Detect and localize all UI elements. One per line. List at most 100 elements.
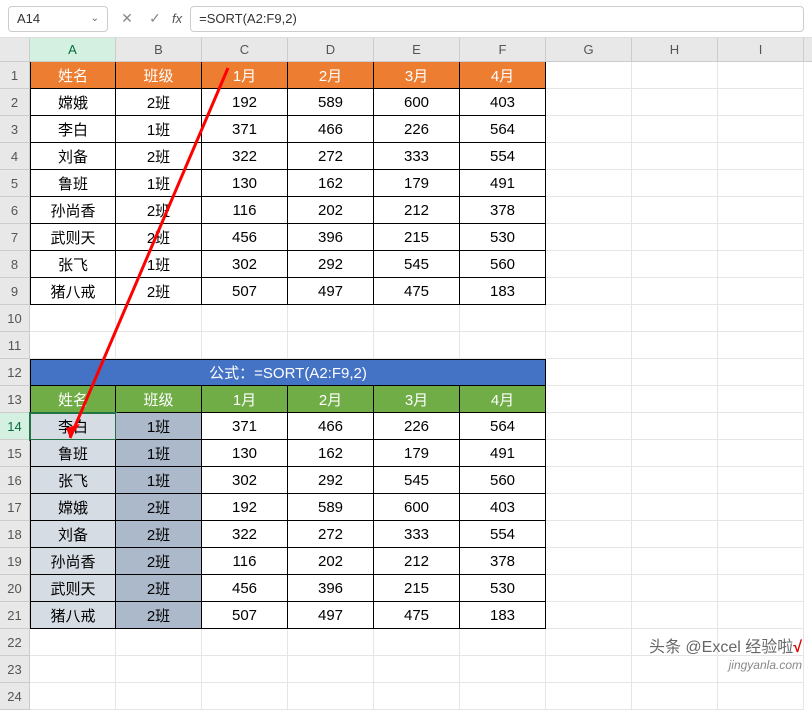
row-header-6[interactable]: 6 (0, 197, 30, 224)
table2-cell[interactable]: 130 (202, 440, 288, 467)
table2-cell[interactable]: 1班 (116, 413, 202, 440)
table1-cell[interactable]: 530 (460, 224, 546, 251)
empty-cell[interactable] (632, 332, 718, 359)
formula-bar[interactable]: =SORT(A2:F9,2) (190, 6, 804, 32)
table2-cell[interactable]: 202 (288, 548, 374, 575)
empty-cell[interactable] (546, 251, 632, 278)
empty-cell[interactable] (718, 251, 804, 278)
table2-header-cell[interactable]: 班级 (116, 386, 202, 413)
chevron-down-icon[interactable]: ⌄ (91, 13, 99, 24)
table1-cell[interactable]: 564 (460, 116, 546, 143)
empty-cell[interactable] (632, 143, 718, 170)
row-header-18[interactable]: 18 (0, 521, 30, 548)
empty-cell[interactable] (546, 602, 632, 629)
table1-cell[interactable]: 403 (460, 89, 546, 116)
empty-cell[interactable] (288, 332, 374, 359)
empty-cell[interactable] (546, 89, 632, 116)
empty-cell[interactable] (546, 332, 632, 359)
table1-cell[interactable]: 2班 (116, 224, 202, 251)
empty-cell[interactable] (632, 575, 718, 602)
table1-cell[interactable]: 497 (288, 278, 374, 305)
empty-cell[interactable] (718, 305, 804, 332)
empty-cell[interactable] (374, 332, 460, 359)
table1-header-cell[interactable]: 3月 (374, 62, 460, 89)
table2-header-cell[interactable]: 2月 (288, 386, 374, 413)
table2-cell[interactable]: 589 (288, 494, 374, 521)
empty-cell[interactable] (546, 224, 632, 251)
table1-cell[interactable]: 武则天 (30, 224, 116, 251)
row-header-3[interactable]: 3 (0, 116, 30, 143)
table1-cell[interactable]: 466 (288, 116, 374, 143)
table2-header-cell[interactable]: 1月 (202, 386, 288, 413)
row-header-21[interactable]: 21 (0, 602, 30, 629)
table1-cell[interactable]: 孙尚香 (30, 197, 116, 224)
row-header-11[interactable]: 11 (0, 332, 30, 359)
table1-cell[interactable]: 183 (460, 278, 546, 305)
empty-cell[interactable] (632, 305, 718, 332)
row-header-17[interactable]: 17 (0, 494, 30, 521)
table1-cell[interactable]: 560 (460, 251, 546, 278)
row-header-20[interactable]: 20 (0, 575, 30, 602)
empty-cell[interactable] (546, 629, 632, 656)
empty-cell[interactable] (116, 332, 202, 359)
table1-cell[interactable]: 226 (374, 116, 460, 143)
table2-cell[interactable]: 545 (374, 467, 460, 494)
column-header-H[interactable]: H (632, 38, 718, 61)
table2-cell[interactable]: 333 (374, 521, 460, 548)
table1-cell[interactable]: 333 (374, 143, 460, 170)
table2-cell[interactable]: 2班 (116, 494, 202, 521)
table1-header-cell[interactable]: 2月 (288, 62, 374, 89)
empty-cell[interactable] (718, 143, 804, 170)
formula-title-cell[interactable]: 公式：=SORT(A2:F9,2) (30, 359, 546, 386)
empty-cell[interactable] (632, 413, 718, 440)
table1-cell[interactable]: 292 (288, 251, 374, 278)
empty-cell[interactable] (202, 305, 288, 332)
table1-cell[interactable]: 371 (202, 116, 288, 143)
empty-cell[interactable] (718, 278, 804, 305)
table2-cell[interactable]: 292 (288, 467, 374, 494)
empty-cell[interactable] (546, 278, 632, 305)
table2-cell[interactable]: 162 (288, 440, 374, 467)
table2-cell[interactable]: 226 (374, 413, 460, 440)
empty-cell[interactable] (718, 467, 804, 494)
empty-cell[interactable] (718, 494, 804, 521)
table1-cell[interactable]: 2班 (116, 278, 202, 305)
empty-cell[interactable] (632, 251, 718, 278)
empty-cell[interactable] (632, 170, 718, 197)
table2-cell[interactable]: 猪八戒 (30, 602, 116, 629)
row-header-7[interactable]: 7 (0, 224, 30, 251)
empty-cell[interactable] (632, 116, 718, 143)
table2-cell[interactable]: 116 (202, 548, 288, 575)
confirm-icon[interactable]: ✓ (144, 8, 166, 30)
table2-cell[interactable]: 600 (374, 494, 460, 521)
empty-cell[interactable] (202, 656, 288, 683)
table2-cell[interactable]: 371 (202, 413, 288, 440)
name-box[interactable]: A14 ⌄ (8, 6, 108, 32)
table1-cell[interactable]: 嫦娥 (30, 89, 116, 116)
table1-cell[interactable]: 545 (374, 251, 460, 278)
empty-cell[interactable] (718, 332, 804, 359)
empty-cell[interactable] (546, 440, 632, 467)
empty-cell[interactable] (460, 332, 546, 359)
table1-cell[interactable]: 猪八戒 (30, 278, 116, 305)
empty-cell[interactable] (546, 386, 632, 413)
empty-cell[interactable] (718, 440, 804, 467)
row-header-22[interactable]: 22 (0, 629, 30, 656)
empty-cell[interactable] (546, 575, 632, 602)
table2-header-cell[interactable]: 4月 (460, 386, 546, 413)
table1-cell[interactable]: 491 (460, 170, 546, 197)
empty-cell[interactable] (632, 224, 718, 251)
table1-cell[interactable]: 272 (288, 143, 374, 170)
empty-cell[interactable] (546, 413, 632, 440)
table2-cell[interactable]: 2班 (116, 521, 202, 548)
empty-cell[interactable] (718, 521, 804, 548)
empty-cell[interactable] (30, 629, 116, 656)
empty-cell[interactable] (202, 683, 288, 710)
row-header-2[interactable]: 2 (0, 89, 30, 116)
empty-cell[interactable] (632, 89, 718, 116)
row-header-23[interactable]: 23 (0, 656, 30, 683)
empty-cell[interactable] (718, 116, 804, 143)
empty-cell[interactable] (632, 683, 718, 710)
empty-cell[interactable] (374, 629, 460, 656)
empty-cell[interactable] (718, 89, 804, 116)
